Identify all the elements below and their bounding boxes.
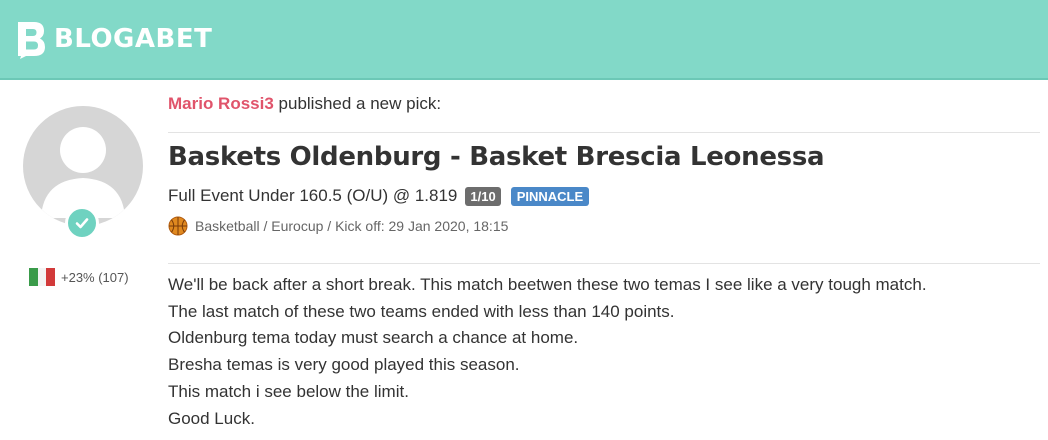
event-meta: Basketball / Eurocup / Kick off: 29 Jan … — [168, 216, 508, 236]
divider — [168, 263, 1040, 264]
event-meta-text: Basketball / Eurocup / Kick off: 29 Jan … — [195, 218, 509, 234]
author-sidebar: +23% (107) — [0, 80, 160, 440]
verified-badge — [65, 206, 99, 240]
yield-value: +23% (107) — [61, 269, 129, 285]
analysis-line: This match i see below the limit. — [168, 381, 409, 401]
site-logo[interactable]: BLOGABET — [14, 19, 212, 59]
user-stats: +23% (107) — [29, 268, 129, 286]
analysis-line: Oldenburg tema today must search a chanc… — [168, 328, 579, 348]
divider — [168, 132, 1040, 133]
italy-flag-icon — [29, 268, 56, 286]
checkmark-icon — [75, 218, 89, 229]
blogabet-logo-icon — [18, 22, 45, 59]
brand-name: BLOGABET — [54, 24, 213, 54]
stake-badge: 1/10 — [465, 186, 501, 206]
pick-text: Full Event Under 160.5 (O/U) @ 1.819 — [168, 186, 458, 205]
author-link[interactable]: Mario Rossi3 — [168, 94, 274, 113]
published-line: Mario Rossi3 published a new pick: — [168, 94, 441, 114]
analysis-line: Bresha temas is very good played this se… — [168, 355, 520, 375]
published-text: published a new pick: — [273, 94, 442, 113]
pick-details: Full Event Under 160.5 (O/U) @ 1.819 1/1… — [168, 186, 590, 206]
pick-analysis: We'll be back after a short break. This … — [168, 272, 927, 432]
analysis-line: The last match of these two teams ended … — [168, 301, 675, 321]
analysis-line: Good Luck. — [168, 408, 255, 428]
site-header: BLOGABET — [0, 0, 1048, 80]
basketball-icon — [168, 216, 188, 236]
bookmaker-badge: PINNACLE — [510, 186, 590, 206]
analysis-line: We'll be back after a short break. This … — [168, 275, 927, 294]
event-title[interactable]: Baskets Oldenburg - Basket Brescia Leone… — [168, 142, 825, 172]
